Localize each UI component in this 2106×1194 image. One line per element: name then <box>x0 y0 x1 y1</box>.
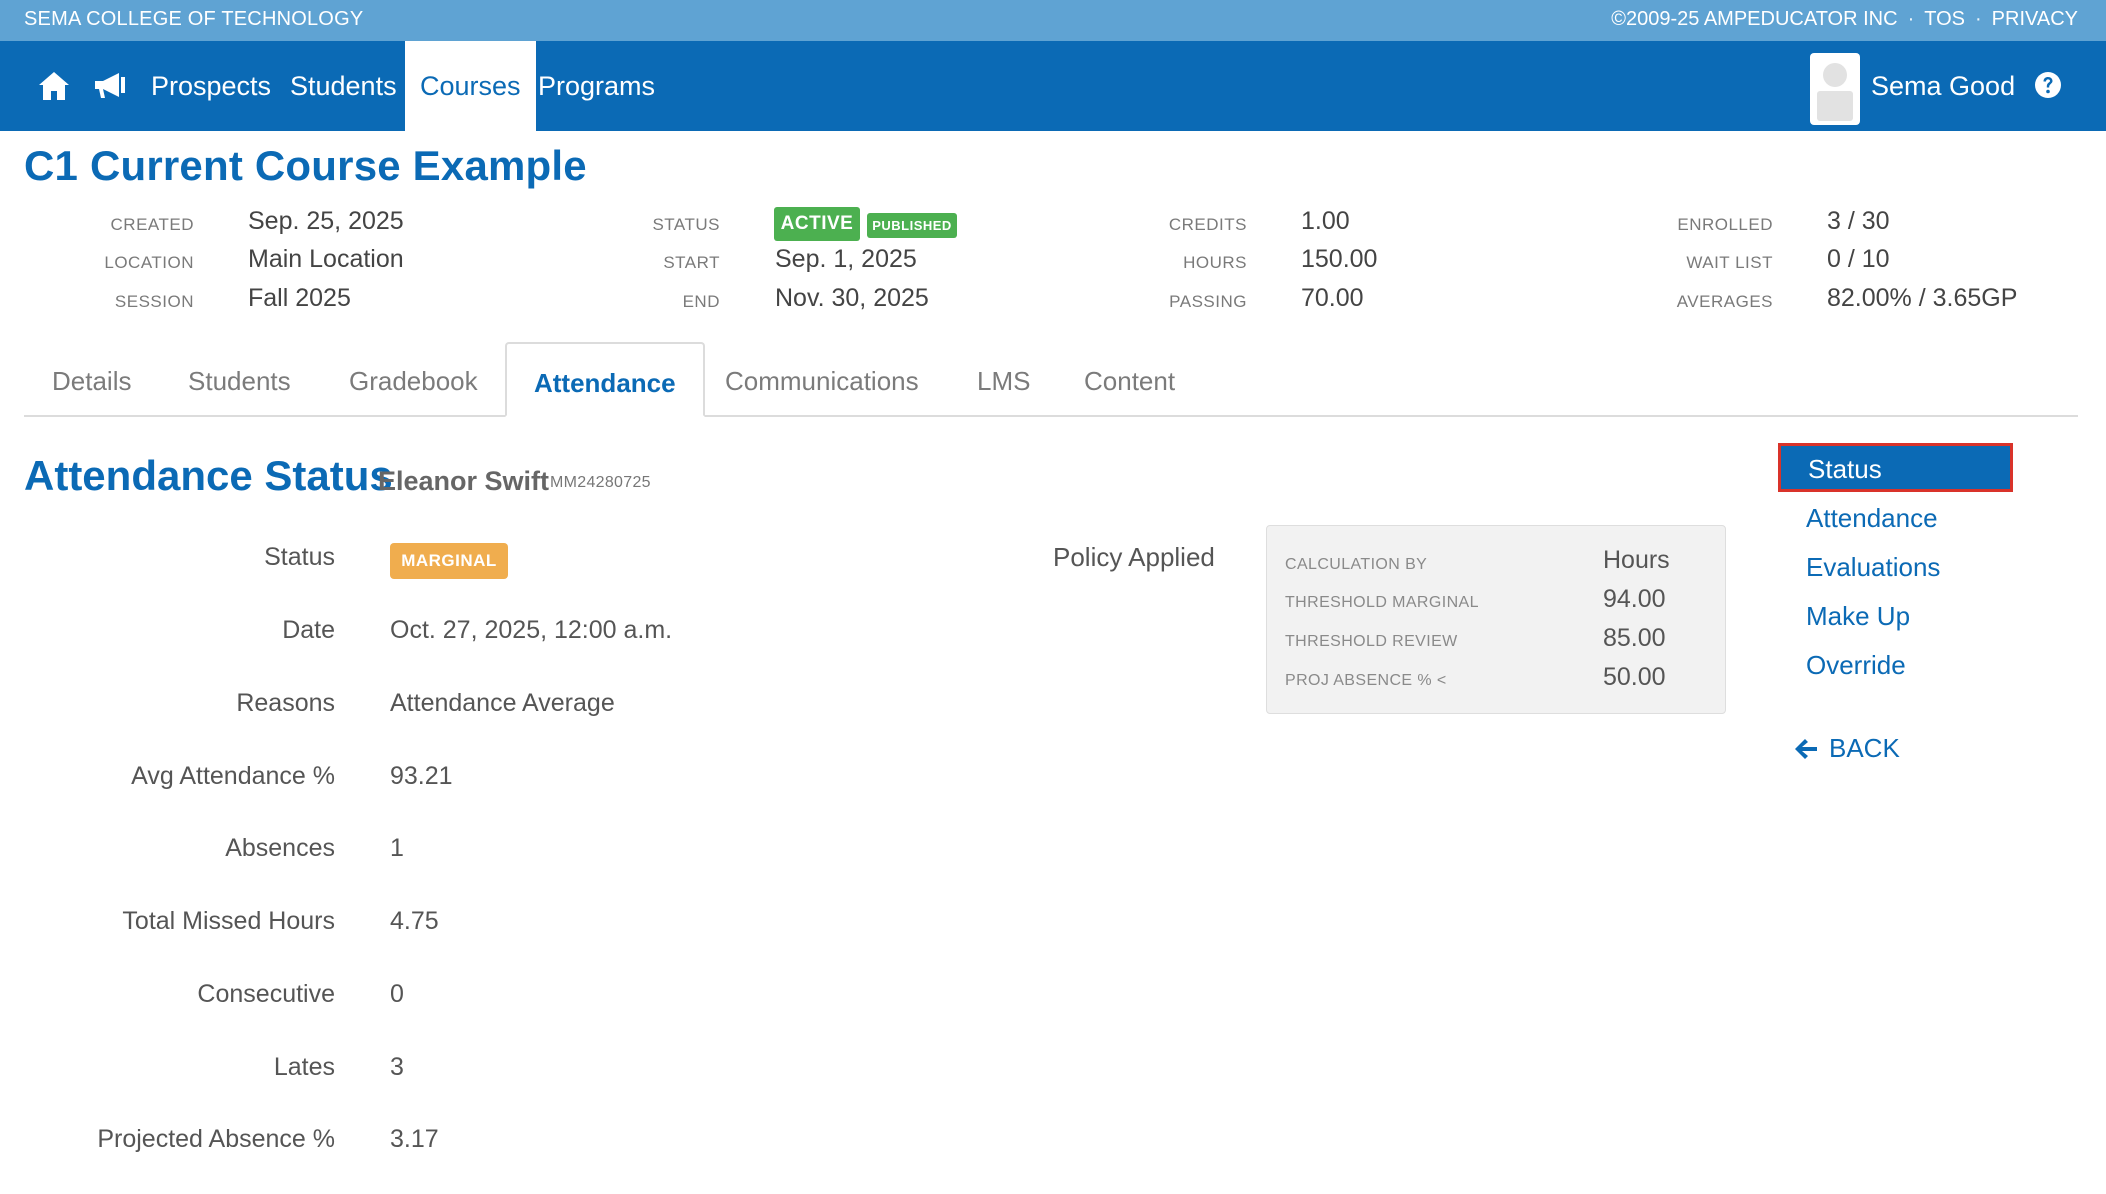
projected-absence-label: Projected Absence % <box>97 1125 335 1153</box>
passing-value: 70.00 <box>1301 284 1364 312</box>
tab-attendance[interactable]: Attendance <box>505 342 705 417</box>
megaphone-icon[interactable] <box>91 69 127 103</box>
separator: · <box>1975 8 1982 30</box>
home-icon[interactable] <box>37 69 71 103</box>
status-badge-active: ACTIVE <box>774 207 860 241</box>
side-menu-make-up[interactable]: Make Up <box>1806 601 1910 632</box>
reasons-label: Reasons <box>236 689 335 717</box>
missed-hours-value: 4.75 <box>390 907 439 935</box>
avg-attendance-value: 93.21 <box>390 762 453 790</box>
section-title: Attendance Status <box>24 452 393 499</box>
averages-label: AVERAGES <box>1676 292 1773 311</box>
policy-proj-value: 50.00 <box>1603 663 1666 691</box>
hours-label: HOURS <box>1183 253 1247 272</box>
nav-prospects[interactable]: Prospects <box>137 41 285 131</box>
org-name: SEMA COLLEGE OF TECHNOLOGY <box>24 8 364 30</box>
consecutive-value: 0 <box>390 980 404 1008</box>
missed-hours-label: Total Missed Hours <box>122 907 335 935</box>
averages-value: 82.00% / 3.65GP <box>1827 284 2018 312</box>
start-value: Sep. 1, 2025 <box>775 245 917 273</box>
arrow-left-icon <box>1795 738 1817 759</box>
user-name[interactable]: Sema Good <box>1871 41 2015 131</box>
status-row-label: Status <box>264 543 335 571</box>
avg-attendance-label: Avg Attendance % <box>131 762 335 790</box>
status-label: STATUS <box>652 215 720 234</box>
policy-review-key: THRESHOLD REVIEW <box>1285 633 1458 650</box>
policy-marginal-value: 94.00 <box>1603 585 1666 613</box>
policy-calc-key: CALCULATION BY <box>1285 556 1428 573</box>
created-value: Sep. 25, 2025 <box>248 207 404 235</box>
nav-courses[interactable]: Courses <box>405 41 536 131</box>
tab-lms[interactable]: LMS <box>950 342 1057 417</box>
side-menu-evaluations[interactable]: Evaluations <box>1806 552 1940 583</box>
nav-students[interactable]: Students <box>276 41 411 131</box>
waitlist-value: 0 / 10 <box>1827 245 1890 273</box>
policy-marginal-key: THRESHOLD MARGINAL <box>1285 594 1479 611</box>
location-value: Main Location <box>248 245 404 273</box>
help-icon[interactable] <box>2033 70 2063 100</box>
policy-proj-key: PROJ ABSENCE % < <box>1285 672 1447 689</box>
hours-value: 150.00 <box>1301 245 1378 273</box>
enrolled-label: ENROLLED <box>1677 215 1773 234</box>
avatar-head <box>1823 63 1847 87</box>
location-label: LOCATION <box>104 253 194 272</box>
passing-label: PASSING <box>1169 292 1247 311</box>
projected-absence-value: 3.17 <box>390 1125 439 1153</box>
avatar-body <box>1817 91 1853 121</box>
side-menu-status[interactable]: Status <box>1778 443 2013 492</box>
credits-label: CREDITS <box>1168 215 1247 234</box>
end-value: Nov. 30, 2025 <box>775 284 929 312</box>
side-menu-attendance[interactable]: Attendance <box>1806 503 1938 534</box>
top-strip: SEMA COLLEGE OF TECHNOLOGY ©2009-25 AMPE… <box>0 0 2106 41</box>
absences-label: Absences <box>225 834 335 862</box>
lates-label: Lates <box>273 1053 335 1081</box>
date-value: Oct. 27, 2025, 12:00 a.m. <box>390 616 673 644</box>
student-name: Eleanor Swift <box>378 466 550 496</box>
lates-value: 3 <box>390 1053 404 1081</box>
copyright-text: ©2009-25 AMPEDUCATOR INC <box>1611 8 1898 30</box>
session-label: SESSION <box>114 292 194 311</box>
end-label: END <box>682 292 720 311</box>
start-label: START <box>663 253 720 272</box>
reasons-value: Attendance Average <box>390 689 615 717</box>
tab-students[interactable]: Students <box>161 342 318 417</box>
legal-links: ©2009-25 AMPEDUCATOR INC · TOS · PRIVACY <box>1611 8 2078 31</box>
waitlist-label: WAIT LIST <box>1686 253 1773 272</box>
back-label: BACK <box>1829 733 1900 763</box>
policy-calc-value: Hours <box>1603 546 1670 574</box>
student-id: MM24280725 <box>550 474 651 491</box>
privacy-link[interactable]: PRIVACY <box>1992 8 2078 31</box>
status-badge-published: PUBLISHED <box>867 213 957 238</box>
session-value: Fall 2025 <box>248 284 351 312</box>
date-label: Date <box>282 616 335 644</box>
avatar[interactable] <box>1810 53 1860 125</box>
consecutive-label: Consecutive <box>197 980 335 1008</box>
tab-gradebook[interactable]: Gradebook <box>322 342 505 417</box>
created-label: CREATED <box>110 215 194 234</box>
tos-link[interactable]: TOS <box>1924 8 1965 31</box>
course-title: C1 Current Course Example <box>24 142 587 189</box>
absences-value: 1 <box>390 834 404 862</box>
credits-value: 1.00 <box>1301 207 1350 235</box>
tab-details[interactable]: Details <box>25 342 158 417</box>
nav-programs[interactable]: Programs <box>524 41 669 131</box>
enrolled-value: 3 / 30 <box>1827 207 1890 235</box>
policy-label: Policy Applied <box>1053 542 1215 572</box>
tab-content[interactable]: Content <box>1057 342 1202 417</box>
back-button[interactable]: BACK <box>1793 733 1900 764</box>
status-badge-marginal: MARGINAL <box>390 543 508 579</box>
side-menu-override[interactable]: Override <box>1806 650 1906 681</box>
policy-box: CALCULATION BY Hours THRESHOLD MARGINAL … <box>1266 525 1726 714</box>
separator: · <box>1907 8 1915 30</box>
tab-communications[interactable]: Communications <box>698 342 946 417</box>
policy-review-value: 85.00 <box>1603 624 1666 652</box>
